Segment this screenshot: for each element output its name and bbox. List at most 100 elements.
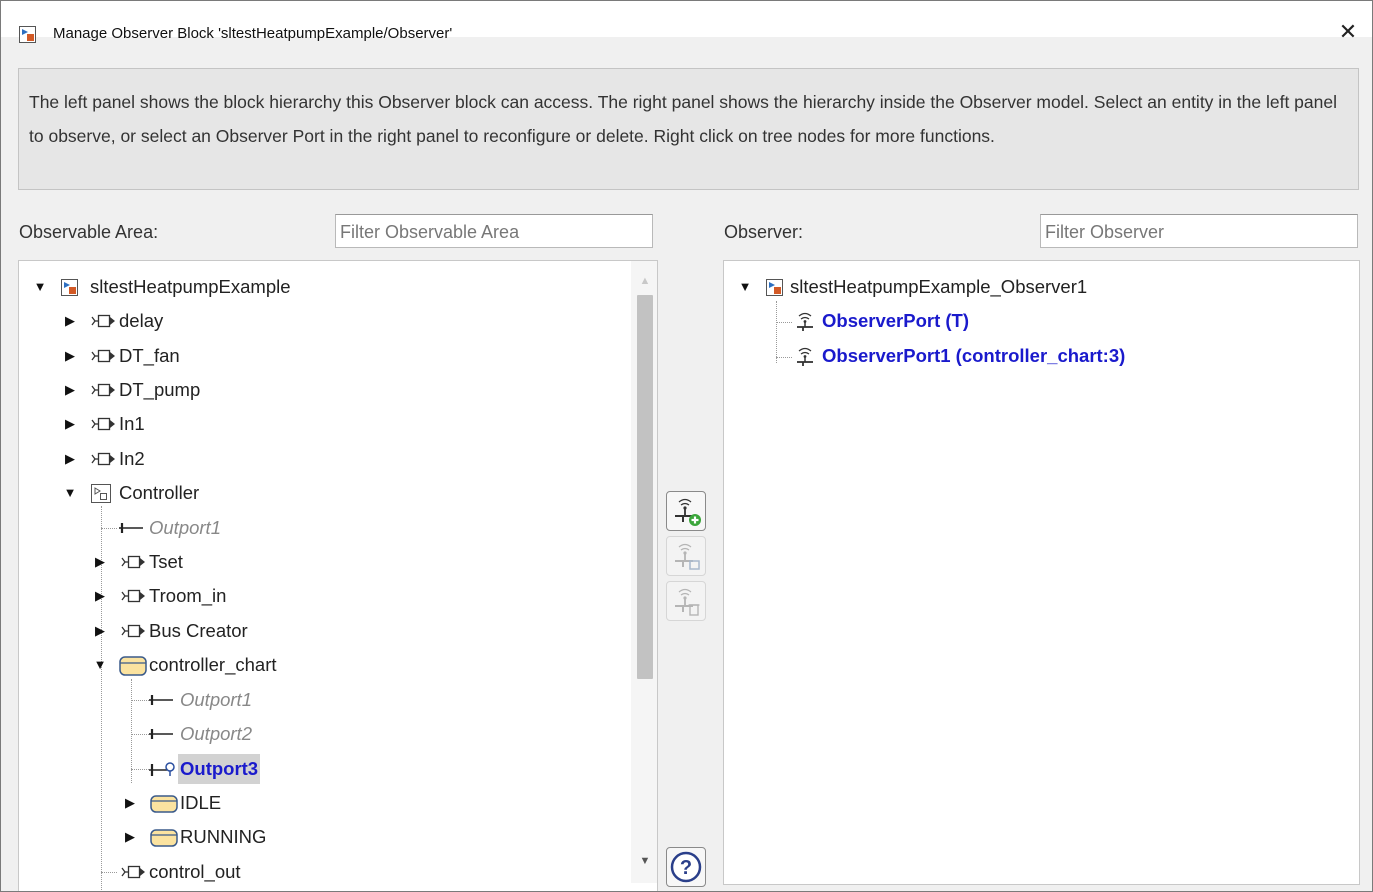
close-icon[interactable]: ✕: [1334, 19, 1362, 45]
observer-tree[interactable]: ▼ sltestHeatpumpExample_Observer1 Observ…: [723, 260, 1360, 885]
simulink-model-icon: [19, 26, 36, 43]
vertical-scrollbar[interactable]: ▲ ▼: [631, 261, 657, 883]
inport-block-icon: [91, 452, 115, 466]
window-title: Manage Observer Block 'sltestHeatpumpExa…: [53, 25, 453, 42]
observed-outport-icon: [149, 762, 175, 776]
help-icon: ?: [670, 851, 702, 883]
tree-node-controller-chart[interactable]: ▼ controller_chart: [19, 650, 619, 680]
tree-node-label: Outport1: [149, 517, 221, 538]
inport-block-icon: [91, 349, 115, 363]
info-panel: The left panel shows the block hierarchy…: [18, 68, 1359, 190]
tree-node-label: Outport1: [180, 689, 252, 710]
state-icon: [150, 829, 178, 847]
observable-area-label: Observable Area:: [19, 222, 159, 242]
help-symbol: ?: [680, 857, 692, 879]
collapse-arrow-icon[interactable]: ▶: [63, 306, 77, 336]
observer-label: Observer:: [724, 222, 804, 242]
help-button[interactable]: ?: [666, 847, 706, 887]
tree-node-dt-fan[interactable]: ▶ DT_fan: [19, 341, 619, 371]
tree-node-label: sltestHeatpumpExample: [90, 276, 291, 297]
add-observer-port-button[interactable]: [666, 491, 706, 531]
tree-node-label: Controller: [119, 482, 200, 503]
tree-node-label: DT_pump: [119, 379, 201, 400]
tree-node-label: Outport2: [180, 723, 252, 744]
stateflow-chart-icon: [119, 656, 147, 676]
tree-node-label: DT_fan: [119, 345, 180, 366]
filter-observer-input[interactable]: [1040, 214, 1358, 248]
inport-block-icon: [121, 589, 145, 603]
tree-node-label: sltestHeatpumpExample_Observer1: [790, 276, 1088, 297]
state-icon: [150, 795, 178, 813]
tree-node-label: delay: [119, 310, 164, 331]
collapse-arrow-icon[interactable]: ▶: [93, 581, 107, 611]
tree-node-label: ObserverPort1 (controller_chart:3): [822, 345, 1126, 366]
tree-node-observer-model[interactable]: ▼ sltestHeatpumpExample_Observer1: [724, 272, 1324, 302]
subsystem-icon: [91, 484, 111, 503]
tree-node-label: controller_chart: [149, 654, 277, 675]
tree-node-label: control_out: [149, 861, 241, 882]
tree-node-chart-outport1[interactable]: Outport1: [19, 685, 619, 715]
collapse-arrow-icon[interactable]: ▶: [93, 547, 107, 577]
inport-block-icon: [91, 383, 115, 397]
tree-node-idle[interactable]: ▶ IDLE: [19, 788, 619, 818]
filter-observable-area-input[interactable]: [335, 214, 653, 248]
tree-node-label: In2: [119, 448, 145, 469]
delete-observer-port-button[interactable]: [666, 581, 706, 621]
inport-block-icon: [121, 624, 145, 638]
tree-node-delay[interactable]: ▶ delay: [19, 306, 619, 336]
add-observer-port-icon: [675, 498, 701, 526]
tree-node-label: IDLE: [180, 792, 222, 813]
tree-node-chart-outport2[interactable]: Outport2: [19, 719, 619, 749]
collapse-arrow-icon[interactable]: ▶: [123, 788, 137, 818]
tree-node-label: RUNNING: [180, 826, 267, 847]
tree-node-troom-in[interactable]: ▶ Troom_in: [19, 581, 619, 611]
outport-icon: [149, 695, 173, 705]
observer-port-icon: [797, 347, 813, 366]
tree-node-label: In1: [119, 413, 145, 434]
inport-block-icon: [121, 555, 145, 569]
tree-node-in1[interactable]: ▶ In1: [19, 409, 619, 439]
collapse-arrow-icon[interactable]: ▶: [63, 409, 77, 439]
tree-node-control-out[interactable]: control_out: [19, 857, 619, 887]
tree-node-label: Bus Creator: [149, 620, 248, 641]
collapse-arrow-icon[interactable]: ▶: [93, 616, 107, 646]
reconfigure-observer-port-button[interactable]: [666, 536, 706, 576]
tree-node-bus-creator[interactable]: ▶ Bus Creator: [19, 616, 619, 646]
tree-node-observer-port1[interactable]: ObserverPort1 (controller_chart:3): [724, 341, 1324, 371]
expand-arrow-icon[interactable]: ▼: [63, 478, 77, 508]
collapse-arrow-icon[interactable]: ▶: [63, 341, 77, 371]
inport-block-icon: [91, 314, 115, 328]
outport-icon: [119, 523, 143, 533]
scroll-down-icon[interactable]: ▼: [631, 855, 657, 871]
tree-node-controller[interactable]: ▼ Controller: [19, 478, 619, 508]
scroll-up-icon[interactable]: ▲: [631, 275, 657, 291]
inport-block-icon: [91, 417, 115, 431]
collapse-arrow-icon[interactable]: ▶: [63, 375, 77, 405]
delete-observer-port-icon: [675, 588, 700, 616]
expand-arrow-icon[interactable]: ▼: [93, 650, 107, 680]
tree-node-outport1[interactable]: Outport1: [19, 513, 619, 543]
inport-block-icon: [121, 865, 145, 879]
manage-observer-dialog: Manage Observer Block 'sltestHeatpumpExa…: [0, 0, 1373, 892]
tree-node-observer-port[interactable]: ObserverPort (T): [724, 306, 1324, 336]
tree-node-model-root[interactable]: ▼ sltestHeatpumpExample: [19, 272, 619, 302]
tree-node-label: Tset: [149, 551, 183, 572]
collapse-arrow-icon[interactable]: ▶: [63, 444, 77, 474]
collapse-arrow-icon[interactable]: ▶: [123, 822, 137, 852]
tree-node-chart-outport3[interactable]: Outport3: [19, 754, 619, 784]
expand-arrow-icon[interactable]: ▼: [738, 272, 752, 302]
tree-node-label: ObserverPort (T): [822, 310, 970, 331]
observer-port-icon: [797, 312, 813, 331]
scrollbar-thumb[interactable]: [637, 295, 653, 679]
tree-node-in2[interactable]: ▶ In2: [19, 444, 619, 474]
expand-arrow-icon[interactable]: ▼: [33, 272, 47, 302]
outport-icon: [149, 729, 173, 739]
tree-node-tset[interactable]: ▶ Tset: [19, 547, 619, 577]
tree-node-label: Outport3: [178, 754, 261, 784]
tree-node-running[interactable]: ▶ RUNNING: [19, 822, 619, 852]
title-bar: Manage Observer Block 'sltestHeatpumpExa…: [1, 1, 1372, 44]
model-icon: [766, 279, 783, 296]
tree-node-dt-pump[interactable]: ▶ DT_pump: [19, 375, 619, 405]
reconfigure-observer-port-icon: [675, 543, 700, 570]
observable-area-tree[interactable]: ▼ sltestHeatpumpExample ▶ delay ▶ DT_fan…: [18, 260, 658, 891]
